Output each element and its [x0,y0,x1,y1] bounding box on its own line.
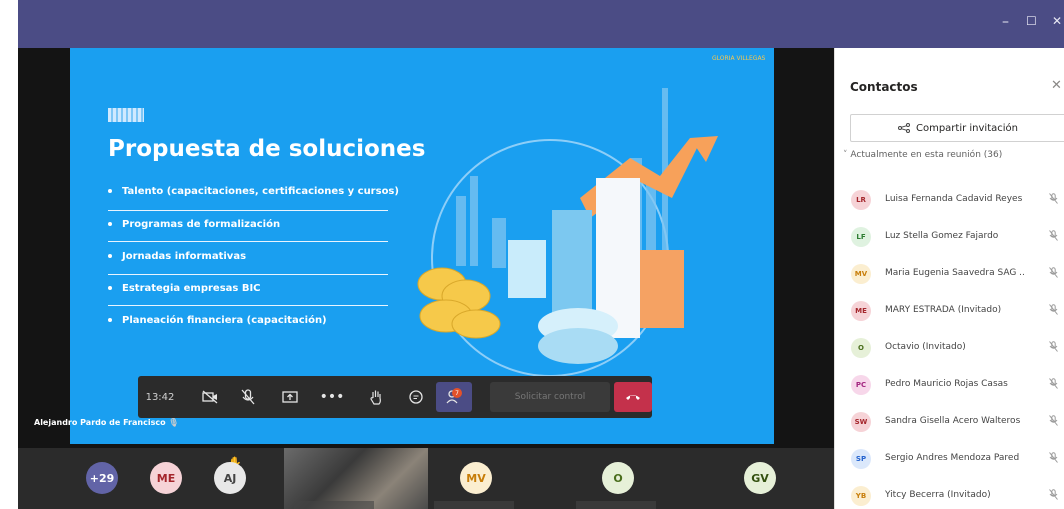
participant-avatar[interactable]: ME [150,462,182,494]
growth-illustration [417,88,718,377]
mic-off-icon [1049,489,1058,503]
participant-avatar: SW [851,412,871,432]
slide-bullet: Estrategia empresas BIC [108,283,261,294]
participant-avatar: O [851,338,871,358]
tile-label-blur [434,501,514,509]
participant-row[interactable]: LF Luz Stella Gomez Fajardo [835,219,1064,253]
slide-bullet: Jornadas informativas [108,251,246,262]
overflow-participants-button[interactable]: +29 [86,462,118,494]
meeting-timer: 13:42 [145,391,175,403]
participant-avatar[interactable]: AJ [214,462,246,494]
participant-avatar: LF [851,227,871,247]
raise-hand-icon[interactable] [360,376,392,418]
people-count-badge: 7 [452,388,462,398]
participant-avatar: MV [851,264,871,284]
participant-video[interactable] [284,448,428,509]
share-tray-icon[interactable] [274,376,306,418]
slide-bullet: Programas de formalización [108,219,280,230]
participant-avatar[interactable]: MV [460,462,492,494]
participant-row[interactable]: PC Pedro Mauricio Rojas Casas [835,367,1064,401]
participant-avatar[interactable]: GV [744,462,776,494]
teams-meeting-window: – ☐ ✕ Propuesta de soluciones Talento (c… [0,0,1064,509]
participant-row[interactable]: SP Sergio Andres Mendoza Pared [835,441,1064,475]
participant-row[interactable]: YB Yitcy Becerra (Invitado) [835,478,1064,509]
bullet-divider [108,241,388,242]
left-edge [0,0,18,509]
video-label-blur [294,501,374,509]
panel-title: Contactos [850,80,918,94]
camera-off-icon[interactable] [194,376,226,418]
more-options-icon[interactable]: ••• [316,376,348,418]
bullet-divider [108,210,388,211]
hang-up-icon [626,395,640,400]
participant-name: Sandra Gisella Acero Walteros [885,416,1021,426]
participant-name: Luisa Fernanda Cadavid Reyes [885,194,1023,204]
mic-off-icon [1049,304,1058,318]
slide-title: Propuesta de soluciones [108,136,426,162]
participant-name: Pedro Mauricio Rojas Casas [885,379,1008,389]
participant-avatar: SP [851,449,871,469]
minimize-button[interactable]: – [1002,14,1009,30]
mic-off-icon [1049,378,1058,392]
participant-avatar: PC [851,375,871,395]
title-bar: – ☐ ✕ [18,0,1064,48]
participant-name: Sergio Andres Mendoza Pared [885,453,1020,463]
slide-logo [108,108,144,122]
slide-bullet: Talento (capacitaciones, certificaciones… [108,186,399,197]
participant-name: Maria Eugenia Saavedra SAG .. [885,268,1025,278]
participant-row[interactable]: O Octavio (Invitado) [835,330,1064,364]
participant-name: MARY ESTRADA (Invitado) [885,305,1002,315]
mic-icon: 🎙 [168,418,179,427]
participant-label-gloria: GLORIA VILLEGAS [712,55,766,62]
request-control-button[interactable]: Solicitar control [490,382,610,412]
mic-off-icon [1049,193,1058,207]
chat-icon[interactable] [400,376,432,418]
presenter-name: Alejandro Pardo de Francisco 🎙 [34,418,179,427]
close-window-button[interactable]: ✕ [1052,14,1062,28]
share-icon [897,123,910,133]
meeting-controls-bar: 13:42 ••• 7 Solicitar control [138,376,652,418]
participant-name: Luz Stella Gomez Fajardo [885,231,999,241]
bullet-divider [108,274,388,275]
participant-avatar: YB [851,486,871,506]
participant-name: Yitcy Becerra (Invitado) [885,490,991,500]
participant-row[interactable]: LR Luisa Fernanda Cadavid Reyes [835,182,1064,216]
slide-bullet: Planeación financiera (capacitación) [108,315,327,326]
share-invite-label: Compartir invitación [915,122,1018,134]
people-button[interactable]: 7 [436,382,472,412]
mic-off-icon [1049,267,1058,281]
mic-off-icon [1049,452,1058,466]
in-meeting-section-header[interactable]: ˅ Actualmente en esta reunión (36) [843,150,1002,160]
participant-avatar[interactable]: O [602,462,634,494]
maximize-button[interactable]: ☐ [1026,14,1037,28]
mic-off-icon [1049,341,1058,355]
bullet-divider [108,305,388,306]
tile-label-blur [576,501,656,509]
participant-row[interactable]: SW Sandra Gisella Acero Walteros [835,404,1064,438]
participant-row[interactable]: MV Maria Eugenia Saavedra SAG .. [835,256,1064,290]
mic-off-icon [1049,230,1058,244]
participant-row[interactable]: ME MARY ESTRADA (Invitado) [835,293,1064,327]
chevron-down-icon: ˅ [843,150,848,160]
mic-off-icon[interactable] [232,376,264,418]
participant-avatar: ME [851,301,871,321]
close-panel-icon[interactable]: ✕ [1051,78,1062,93]
share-invite-button[interactable]: Compartir invitación [850,114,1064,142]
hang-up-button[interactable] [614,382,652,412]
mic-off-icon [1049,415,1058,429]
participant-strip: +29 ME ✋ AJ MV O GV [18,448,834,509]
contacts-panel: Contactos ✕ Compartir invitación ˅ Actua… [834,48,1064,509]
participant-avatar: LR [851,190,871,210]
participant-name: Octavio (Invitado) [885,342,966,352]
